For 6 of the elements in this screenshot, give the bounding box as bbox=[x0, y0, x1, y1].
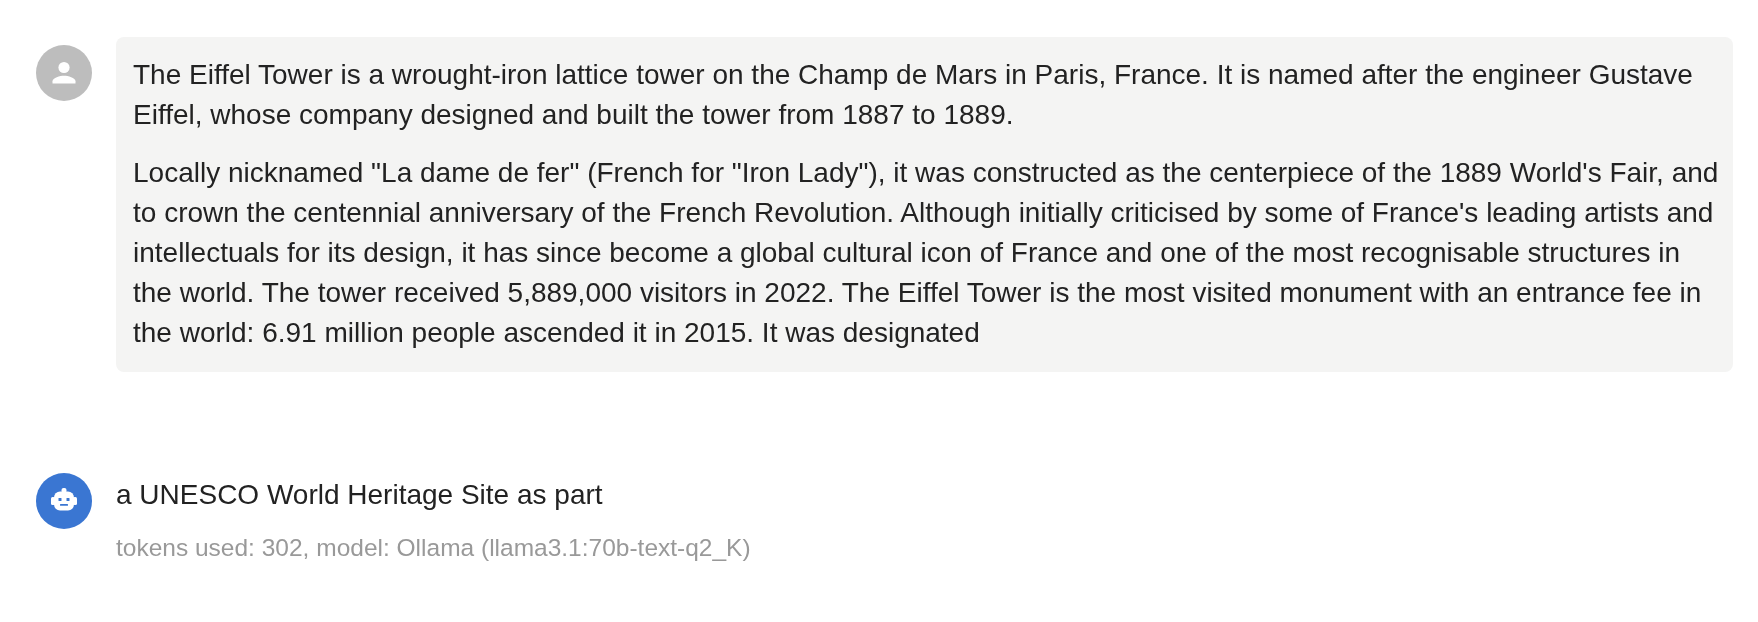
user-avatar-icon bbox=[36, 45, 92, 101]
message-meta: tokens used: 302, model: Ollama (llama3.1:70b-text-q2_K) bbox=[116, 533, 751, 563]
robot-avatar-icon bbox=[36, 473, 92, 529]
message-text: a UNESCO World Heritage Site as part bbox=[116, 478, 603, 512]
message-text: Locally nicknamed "La dame de fer" (French for "Iron Lady"), it was constructed as the centerpiece of the 1889 World's Fair, and to crown the centennial anniversary of the French Revolution. Although initially criticised by some of France's leading artists and intellectuals for its design, it has since become a global cultural icon of France and one of the most recognisable structures in the world. The tower received 5,889,000 visitors in 2022. The Eiffel Tower is the most visited monument with an entrance fee in the world: 6.91 million people ascended it in 2015. It was designated bbox=[133, 156, 1720, 350]
message-text: The Eiffel Tower is a wrought-iron lattice tower on the Champ de Mars in Paris, France. It is named after the engineer Gustave Eiffel, whose company designed and built the tower from 1887 to 1889. bbox=[133, 58, 1694, 132]
